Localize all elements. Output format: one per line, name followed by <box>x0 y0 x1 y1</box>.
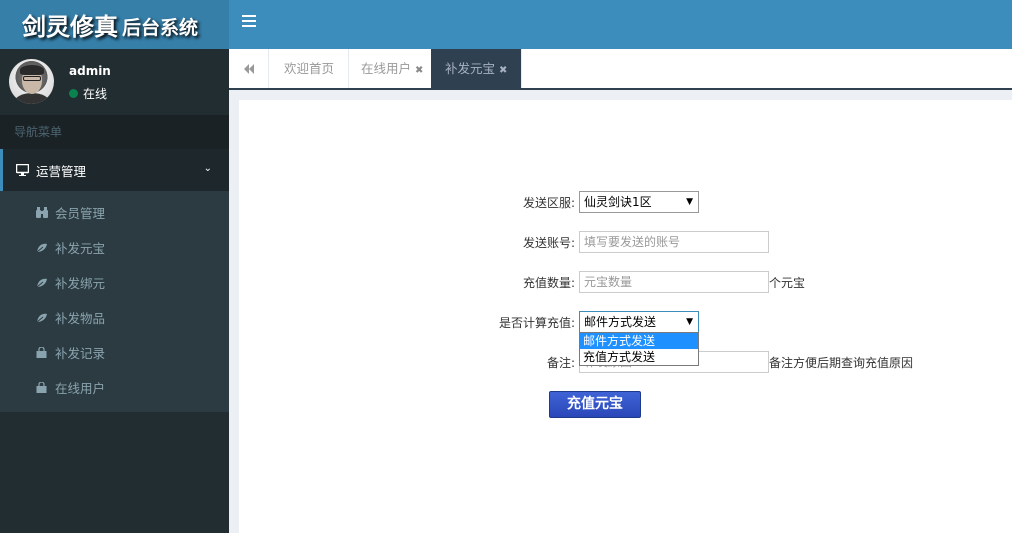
user-status-label: 在线 <box>83 87 108 101</box>
sidebar-item-reissue-records[interactable]: 补发记录 <box>0 335 229 370</box>
account-placeholder: 填写要发送的账号 <box>584 235 681 249</box>
sidebar-item-reissue-yuanbao[interactable]: 补发元宝 <box>0 230 229 265</box>
leaf-icon <box>35 242 48 254</box>
shopping-bag-icon <box>35 382 48 394</box>
chevron-down-icon: ⌄ <box>203 163 212 174</box>
logo-title: 剑灵修真 <box>22 12 118 41</box>
avatar <box>9 59 54 104</box>
close-icon[interactable]: ✖ <box>499 65 507 76</box>
recharge-select[interactable]: 邮件方式发送 ▼ <box>579 311 699 333</box>
leaf-icon <box>35 277 48 289</box>
monitor-icon <box>16 164 29 176</box>
sidebar-group-operations[interactable]: 运营管理 ⌄ <box>0 149 229 191</box>
user-status: 在线 <box>69 85 107 102</box>
sidebar-item-label: 补发记录 <box>55 346 106 361</box>
user-name: admin <box>69 64 111 78</box>
tab-welcome[interactable]: 欢迎首页 <box>270 49 350 88</box>
tab-label: 在线用户 <box>361 61 412 76</box>
server-select[interactable]: 仙灵剑诀1区 ▼ <box>579 191 699 213</box>
online-dot-icon <box>69 89 78 98</box>
remark-suffix: 备注方便后期查询充值原因 <box>769 355 914 370</box>
amount-input[interactable]: 元宝数量 <box>579 271 769 293</box>
amount-suffix: 个元宝 <box>769 275 806 290</box>
tab-label: 欢迎首页 <box>284 61 335 76</box>
sidebar-item-online-users[interactable]: 在线用户 <box>0 370 229 405</box>
leaf-icon <box>35 312 48 324</box>
server-row: 发送区服: 仙灵剑诀1区 ▼ <box>440 191 699 213</box>
hamburger-menu-icon[interactable] <box>242 15 256 29</box>
sidebar-item-member-management[interactable]: 会员管理 <box>0 195 229 230</box>
close-icon[interactable]: ✖ <box>415 65 423 76</box>
sidebar-item-label: 在线用户 <box>55 381 106 396</box>
logo[interactable]: 剑灵修真 后台系统 <box>0 0 229 49</box>
top-header: 剑灵修真 后台系统 <box>0 0 1012 49</box>
double-chevron-left-icon <box>243 63 254 74</box>
shopping-bag-icon <box>35 347 48 359</box>
amount-row: 充值数量: 元宝数量 个元宝 <box>440 271 805 293</box>
tab-scroll-left-button[interactable] <box>229 49 269 88</box>
sidebar-item-reissue-bound-yuanbao[interactable]: 补发绑元 <box>0 265 229 300</box>
recharge-dropdown-list: 邮件方式发送 充值方式发送 <box>579 332 699 366</box>
recharge-label: 是否计算充值: <box>498 315 575 330</box>
sidebar-item-label: 会员管理 <box>55 206 106 221</box>
tab-bar: 欢迎首页 在线用户 ✖ 补发元宝 ✖ <box>229 49 1012 90</box>
user-panel: admin 在线 <box>0 49 229 115</box>
nav-header: 导航菜单 <box>0 115 229 149</box>
account-input[interactable]: 填写要发送的账号 <box>579 231 769 253</box>
dropdown-option-recharge[interactable]: 充值方式发送 <box>580 349 698 365</box>
account-row: 发送账号: 填写要发送的账号 <box>440 231 769 253</box>
sidebar-group-label: 运营管理 <box>36 163 87 179</box>
logo-subtitle: 后台系统 <box>122 17 199 39</box>
dropdown-option-mail[interactable]: 邮件方式发送 <box>580 333 698 349</box>
amount-placeholder: 元宝数量 <box>584 275 633 289</box>
sidebar-item-label: 补发元宝 <box>55 241 106 256</box>
tab-online-users[interactable]: 在线用户 ✖ <box>347 49 439 88</box>
server-label: 发送区服: <box>522 195 575 210</box>
remark-label: 备注: <box>546 355 575 370</box>
account-label: 发送账号: <box>522 235 575 250</box>
recharge-row: 是否计算充值: 邮件方式发送 ▼ <box>440 311 699 333</box>
sidebar-item-reissue-items[interactable]: 补发物品 <box>0 300 229 335</box>
sidebar-submenu: 会员管理 补发元宝 补发绑元 补发物品 补发记录 在线用户 <box>0 191 229 412</box>
amount-label: 充值数量: <box>522 275 575 290</box>
tab-label: 补发元宝 <box>445 61 496 76</box>
dropdown-arrow-icon: ▼ <box>686 317 693 327</box>
sidebar-item-label: 补发物品 <box>55 311 106 326</box>
sidebar-item-label: 补发绑元 <box>55 276 106 291</box>
sidebar: admin 在线 导航菜单 运营管理 ⌄ 会员管理 补发元宝 补发绑元 补发物品… <box>0 49 229 533</box>
binoculars-icon <box>35 207 48 219</box>
dropdown-arrow-icon: ▼ <box>686 197 693 207</box>
server-select-value: 仙灵剑诀1区 <box>584 195 652 209</box>
submit-button[interactable]: 充值元宝 <box>549 391 641 418</box>
tab-reissue-yuanbao[interactable]: 补发元宝 ✖ <box>431 49 523 88</box>
recharge-select-value: 邮件方式发送 <box>584 315 657 329</box>
